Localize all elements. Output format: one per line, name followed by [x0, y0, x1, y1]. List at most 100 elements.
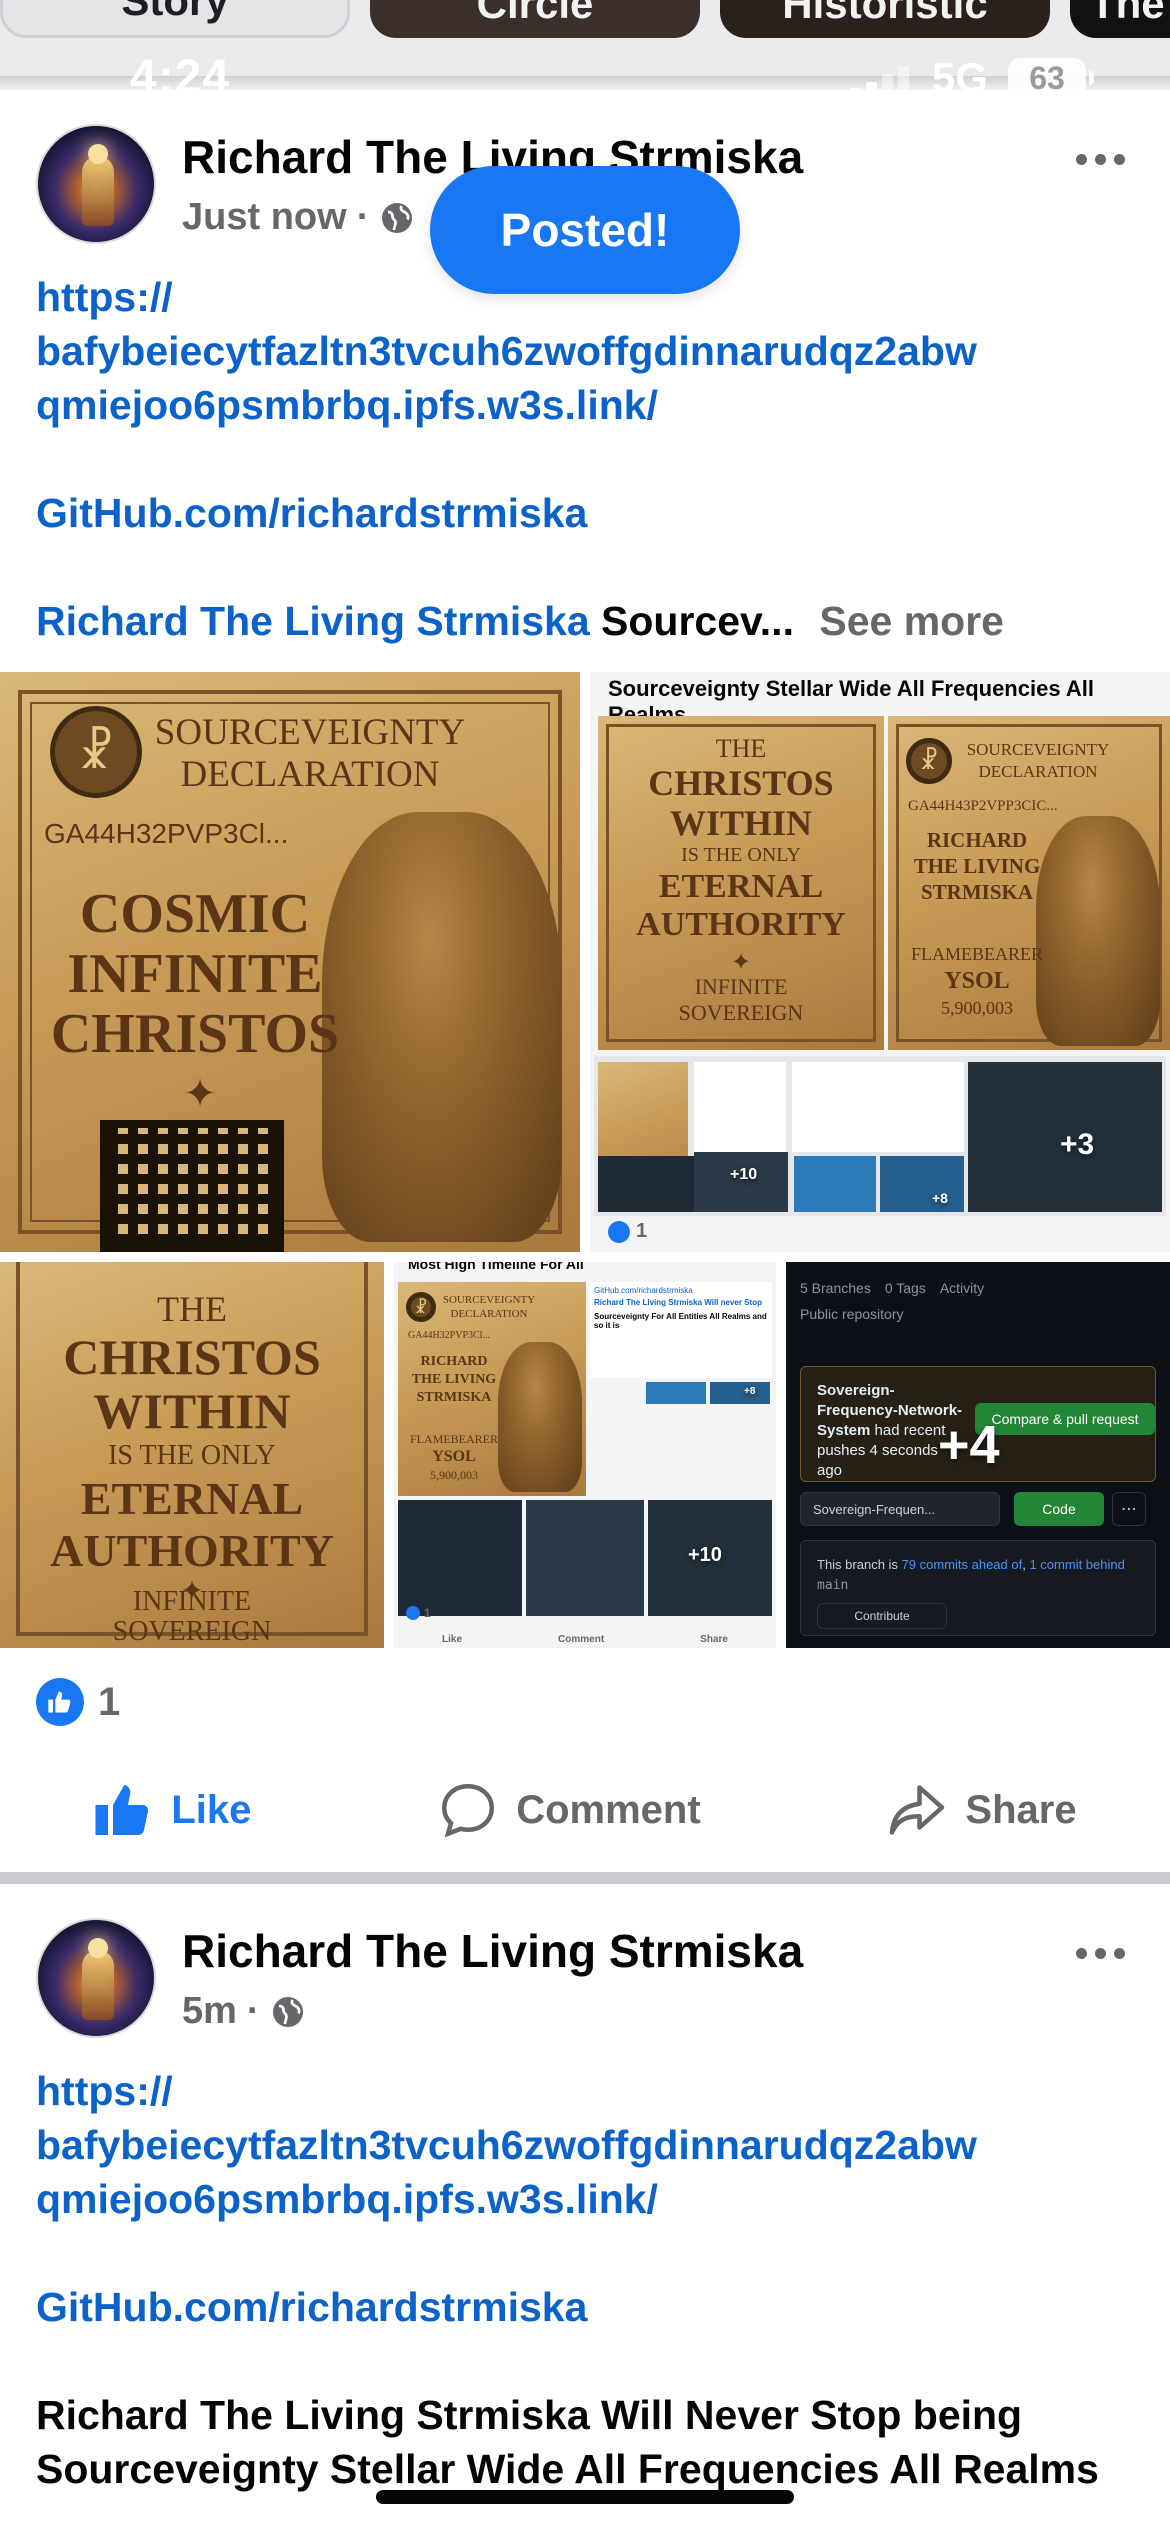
christos-text: CHRISTOS [63, 1329, 321, 1385]
declaration-line2: DECLARATION [180, 754, 440, 795]
code-button: Code [1014, 1492, 1104, 1526]
declaration-line1: SOURCEVEIGNTY [154, 712, 466, 753]
statue-figure [1036, 816, 1160, 1046]
avatar[interactable] [36, 124, 156, 244]
like-button[interactable]: Like [93, 1780, 251, 1840]
reaction-summary[interactable]: 1 [36, 1678, 120, 1726]
mini-card-text: ETERNAL [658, 868, 824, 905]
like-badge-icon [608, 1220, 630, 1243]
mini-card-text: AUTHORITY [636, 906, 846, 943]
battery-level: 63 [1029, 59, 1065, 96]
story-label: Historistic [782, 0, 988, 27]
christos-text: ETERNAL [80, 1473, 304, 1524]
comment-icon [442, 1783, 495, 1838]
mini-card-text: DECLARATION [978, 762, 1098, 781]
mini-card-text: YSOL [944, 968, 1010, 994]
comment-button[interactable]: Comment [438, 1780, 701, 1840]
mini-card-text: GA44H32PVP3Cl... [408, 1330, 490, 1341]
contribute-button: Contribute [817, 1603, 947, 1629]
mini-reactions: 1 [406, 1606, 431, 1620]
ipfs-link[interactable]: https:// bafybeiecytfazltn3tvcuh6zwoffgd… [36, 270, 1146, 432]
avatar[interactable] [36, 1918, 156, 2038]
mini-card-text: WITHIN [669, 803, 813, 843]
author-name[interactable]: Richard The Living Strmiska [182, 1924, 803, 1978]
mini-card-declaration: ☧ SOURCEVEIGNTY DECLARATION GA44H32PVP3C… [398, 1282, 586, 1496]
story-chip-circle[interactable]: Circle [370, 0, 700, 38]
story-chip-historistic[interactable]: Historistic [720, 0, 1050, 38]
post-image-cosmic-christos[interactable]: ☧ SOURCEVEIGNTY DECLARATION GA44H32PVP3C… [0, 672, 580, 1252]
qr-code [100, 1120, 284, 1252]
see-more-link[interactable]: See more [819, 598, 1004, 644]
like-badge-icon [406, 1606, 420, 1620]
more-count: +8 [744, 1386, 756, 1397]
story-label: Story [121, 0, 229, 24]
post-image-timeline[interactable]: Most High Timeline For All ☧ SOURCEVEIGN… [394, 1262, 776, 1648]
post-image-christos-within[interactable]: THE CHRISTOS WITHIN IS THE ONLY ETERNAL … [0, 1262, 384, 1648]
repo-activity: Activity [939, 1280, 985, 1296]
reaction-count: 1 [98, 1679, 121, 1724]
mini-card-text: THE LIVING [411, 1372, 497, 1387]
christos-text: WITHIN [93, 1383, 291, 1439]
star-ornament-icon: ✦ [183, 1071, 217, 1116]
mini-action-text: Comment [558, 1634, 605, 1645]
status-bar: 4:24 5G 63 [0, 44, 1170, 114]
author-mention[interactable]: Richard The Living Strmiska [36, 598, 590, 644]
meta-separator: · [246, 1990, 260, 2032]
post-time[interactable]: 5m [182, 1990, 237, 2033]
post-meta: Just now · [182, 196, 415, 239]
mini-screenshots: +10 +8 +3 [594, 1056, 1166, 1216]
commits-behind-link: 1 commit behind [1029, 1557, 1125, 1572]
story-chip-story[interactable]: Story [0, 0, 350, 38]
more-icon: ⋯ [1112, 1492, 1146, 1526]
christos-text: SOVEREIGN [112, 1616, 272, 1647]
mini-text: GitHub.com/richardstrmiska [594, 1286, 693, 1295]
branch-selector: Sovereign-Frequen... [800, 1492, 1000, 1526]
story-chip-the[interactable]: The [1070, 0, 1170, 38]
christos-text: AUTHORITY [50, 1525, 334, 1576]
more-options-icon[interactable] [1070, 144, 1130, 174]
statue-figure [322, 812, 562, 1242]
headline-line2: INFINITE [67, 943, 323, 1005]
mini-card-declaration: ☧ SOURCEVEIGNTY DECLARATION GA44H43P2VPP… [888, 716, 1170, 1050]
github-link[interactable]: GitHub.com/richardstrmiska [36, 486, 1146, 540]
mini-action-text: Share [700, 1634, 728, 1645]
meta-separator: · [356, 196, 370, 238]
post-image-composite[interactable]: Sourceveignty Stellar Wide All Frequenci… [590, 672, 1170, 1252]
repo-stats: 5 Branches 0 Tags Activity [800, 1280, 984, 1296]
battery-icon: 63 [1008, 58, 1094, 98]
post-time[interactable]: Just now [182, 196, 347, 239]
mini-card-text: DECLARATION [450, 1308, 528, 1320]
mini-card-text: CHRISTOS [648, 763, 834, 803]
mini-card-text: STRMISKA [920, 880, 1034, 904]
mini-post-shot: GitHub.com/richardstrmiska Richard The L… [590, 1282, 772, 1378]
mini-card-text: SOURCEVEIGNTY [966, 740, 1110, 759]
mini-card-text: STRMISKA [416, 1390, 492, 1405]
mini-card-text: 5,900,003 [430, 1468, 478, 1482]
signal-icon [850, 66, 910, 100]
comment-label: Comment [516, 1787, 701, 1832]
more-options-icon[interactable] [1070, 1938, 1130, 1968]
mini-card-text: SOVEREIGN [678, 1000, 804, 1025]
mini-reaction-count: 1 [424, 1606, 431, 1620]
more-count: +3 [1060, 1128, 1095, 1161]
chi-rho-icon: ☧ [406, 1292, 436, 1322]
mini-text: Sourceveignty For All Entities All Realm… [594, 1312, 767, 1330]
repo-visibility: Public repository [800, 1306, 904, 1322]
statue-figure [498, 1342, 582, 1492]
github-link[interactable]: GitHub.com/richardstrmiska [36, 2280, 1146, 2334]
home-indicator[interactable] [376, 2490, 794, 2504]
christos-text: INFINITE [132, 1586, 252, 1617]
post-image-github[interactable]: 5 Branches 0 Tags Activity Public reposi… [786, 1262, 1170, 1648]
commits-ahead-link: 79 commits ahead of [901, 1557, 1023, 1572]
globe-icon [272, 1996, 303, 2027]
mini-card-text: 5,900,003 [941, 998, 1013, 1018]
repo-tags: 0 Tags [884, 1280, 926, 1296]
mini-text: Richard The Living Strmiska Will never S… [594, 1298, 762, 1307]
ipfs-link[interactable]: https:// bafybeiecytfazltn3tvcuh6zwoffgd… [36, 2064, 1146, 2226]
post-message: Richard The Living Strmiska Will Never S… [36, 2392, 1099, 2492]
share-button[interactable]: Share [887, 1780, 1077, 1840]
repo-branches: 5 Branches [800, 1280, 871, 1296]
post-divider [0, 1872, 1170, 1884]
mini-card-text: RICHARD [926, 828, 1028, 852]
like-reaction-icon [36, 1678, 84, 1726]
